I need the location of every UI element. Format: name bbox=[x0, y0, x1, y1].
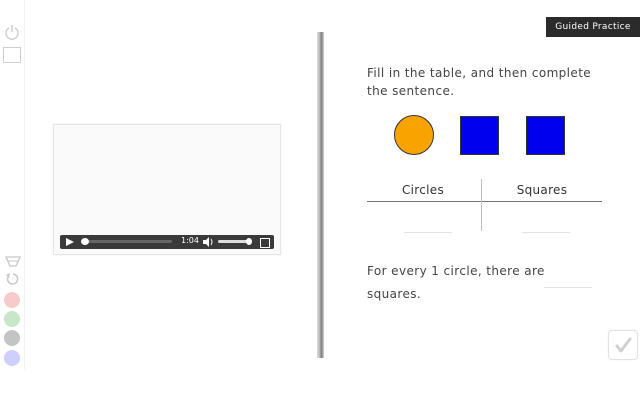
color-swatch-blue[interactable] bbox=[4, 350, 20, 366]
color-swatch-gray[interactable] bbox=[4, 330, 20, 346]
volume-icon[interactable] bbox=[203, 237, 214, 247]
table-divider-horizontal bbox=[367, 201, 602, 202]
color-swatch-red[interactable] bbox=[4, 292, 20, 308]
drawing-toolbar bbox=[0, 0, 25, 370]
rectangle-icon[interactable] bbox=[3, 47, 21, 63]
instruction-text: Fill in the table, and then complete the… bbox=[367, 66, 592, 98]
blue-square bbox=[526, 116, 565, 155]
guided-practice-badge: Guided Practice bbox=[546, 17, 640, 37]
sentence-part2: squares. bbox=[367, 287, 422, 301]
sentence-part1: For every 1 circle, there are bbox=[367, 264, 545, 278]
power-icon[interactable] bbox=[4, 24, 20, 40]
check-answer-button[interactable] bbox=[608, 330, 638, 360]
play-icon[interactable] bbox=[66, 238, 74, 246]
checkmark-icon bbox=[615, 337, 632, 353]
table-header-squares: Squares bbox=[516, 183, 568, 197]
undo-icon[interactable] bbox=[4, 271, 20, 287]
squares-input[interactable] bbox=[522, 216, 570, 233]
video-controls: 1:04 bbox=[60, 235, 274, 249]
video-player[interactable]: 1:04 bbox=[53, 124, 281, 255]
video-progress-knob[interactable] bbox=[81, 238, 89, 245]
fullscreen-icon[interactable] bbox=[260, 238, 270, 248]
video-time: 1:04 bbox=[181, 236, 199, 245]
blue-square bbox=[460, 116, 499, 155]
eraser-icon[interactable] bbox=[4, 254, 22, 268]
orange-circle bbox=[394, 115, 434, 155]
circles-input[interactable] bbox=[404, 216, 452, 233]
table-header-circles: Circles bbox=[401, 183, 445, 197]
video-progress-bar[interactable] bbox=[82, 240, 172, 243]
panel-divider bbox=[317, 32, 324, 358]
volume-knob[interactable] bbox=[246, 238, 252, 245]
table-divider-vertical bbox=[481, 179, 482, 231]
color-swatch-green[interactable] bbox=[4, 311, 20, 327]
sentence-blank-input[interactable] bbox=[544, 271, 592, 288]
